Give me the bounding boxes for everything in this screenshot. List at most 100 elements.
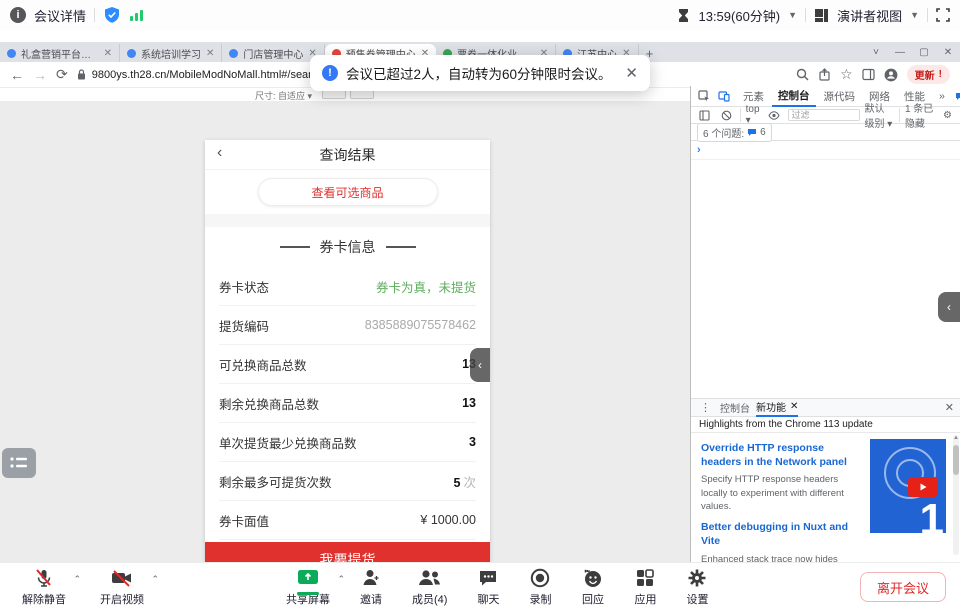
scroll-up-arrow[interactable]: ▲ <box>953 435 959 441</box>
tab-label: 礼盒营销平台管理中心 <box>21 46 99 61</box>
view-mode-label[interactable]: 演讲者视图 <box>837 6 902 25</box>
meeting-details-label[interactable]: 会议详情 <box>34 6 86 25</box>
whats-new-scrollbar[interactable]: ▲ <box>953 435 959 555</box>
chat-button[interactable]: 聊天 <box>469 566 507 607</box>
divider <box>899 108 900 122</box>
mic-options-chevron-icon[interactable]: ⌃ <box>73 574 81 585</box>
window-controls: ˅ — ▢ ✕ <box>864 42 960 62</box>
inspect-element-icon[interactable] <box>695 90 713 102</box>
window-minimize-icon[interactable]: — <box>888 47 912 58</box>
invite-person-icon <box>360 566 382 590</box>
notification-close-icon[interactable]: ✕ <box>625 64 638 82</box>
issues-label: 6 个问题: <box>703 125 744 140</box>
drawer-menu-icon[interactable]: ⋮ <box>697 401 714 414</box>
settings-button[interactable]: 设置 <box>678 566 716 607</box>
row-value: 13 <box>462 396 476 410</box>
bookmark-star-icon[interactable]: ☆ <box>840 66 853 83</box>
youtube-play-icon[interactable] <box>908 477 938 497</box>
tab-close-icon[interactable]: ✕ <box>206 48 214 59</box>
window-menu-icon[interactable]: ˅ <box>864 47 888 58</box>
tab-favicon <box>127 49 136 58</box>
window-close-icon[interactable]: ✕ <box>936 47 960 58</box>
collapse-handle-icon[interactable]: ‹ <box>470 348 490 382</box>
pickup-cta-button[interactable]: 我要提货 <box>205 542 490 562</box>
view-products-button[interactable]: 查看可选商品 <box>258 178 438 206</box>
back-chevron-icon[interactable]: ‹ <box>217 144 222 162</box>
thumbnail-number: 1 <box>920 495 944 533</box>
browser-tab[interactable]: 门店管理中心 ✕ <box>222 44 324 62</box>
network-signal-icon <box>129 8 145 22</box>
more-tabs-icon[interactable]: » <box>933 86 951 107</box>
whats-new-video-thumbnail[interactable]: 1 <box>870 439 946 533</box>
toolbar-label: 邀请 <box>360 591 382 607</box>
device-height-input[interactable] <box>350 90 374 99</box>
tab-label: 系统培训学习 <box>141 46 201 61</box>
row-label: 券卡面值 <box>219 511 269 530</box>
row-value-unit: 次 <box>463 476 476 490</box>
tab-close-icon[interactable]: ✕ <box>104 48 112 59</box>
console-log-area[interactable]: › <box>691 141 960 399</box>
collapse-handle-icon[interactable]: ‹ <box>938 292 960 322</box>
share-page-icon[interactable] <box>818 68 831 81</box>
lock-icon <box>77 69 86 80</box>
back-icon[interactable]: ← <box>10 67 24 83</box>
apps-button[interactable]: 应用 <box>626 566 664 607</box>
clear-console-icon[interactable] <box>718 110 735 121</box>
section-divider <box>205 214 490 227</box>
drawer-tab-close-icon[interactable]: ✕ <box>790 401 798 412</box>
encryption-shield-icon[interactable] <box>103 6 121 24</box>
whats-new-desc: Specify HTTP response headers locally to… <box>701 473 859 513</box>
meeting-info-icon[interactable]: i <box>10 7 26 23</box>
unmute-button[interactable]: 解除静音 ⌃ <box>14 566 74 607</box>
whats-new-link[interactable]: Better debugging in Nuxt and Vite <box>701 520 859 548</box>
devtools-tab-console[interactable]: 控制台 <box>772 86 816 107</box>
issues-counter-badge[interactable]: 6 <box>953 91 960 102</box>
eye-icon[interactable] <box>765 111 783 120</box>
start-video-button[interactable]: 开启视频 ⌃ <box>92 566 152 607</box>
forward-icon[interactable]: → <box>33 67 47 83</box>
video-options-chevron-icon[interactable]: ⌃ <box>151 574 159 585</box>
row-label: 券卡状态 <box>219 277 269 296</box>
zoom-page-icon[interactable] <box>796 68 809 81</box>
browser-tab[interactable]: 礼盒营销平台管理中心 ✕ <box>0 44 120 62</box>
remaining-total-row: 剩余兑换商品总数 13 <box>219 384 476 423</box>
timer-dropdown-icon[interactable]: ▼ <box>788 10 797 20</box>
side-panel-icon[interactable] <box>862 68 875 81</box>
apps-grid-icon <box>634 566 656 590</box>
browser-tab[interactable]: 系统培训学习 ✕ <box>120 44 222 62</box>
participants-button[interactable]: 成员(4) <box>404 566 455 607</box>
profile-avatar-icon[interactable] <box>884 68 898 82</box>
share-screen-button[interactable]: 共享屏幕 ⌃ <box>278 566 338 607</box>
hidden-messages-label: 1 条已隐藏 <box>905 100 935 130</box>
log-levels-select[interactable]: 默认级别 ▾ <box>865 100 895 130</box>
console-sidebar-icon[interactable] <box>696 110 713 121</box>
task-list-button[interactable] <box>2 448 36 478</box>
meeting-timer: 13:59(60分钟) <box>698 6 780 25</box>
console-filter-input[interactable] <box>788 109 860 121</box>
settings-gear-icon <box>686 566 708 590</box>
drawer-close-icon[interactable]: ✕ <box>945 401 954 414</box>
meeting-top-bar: i 会议详情 13:59(60分钟) ▼ 演讲者视图 ▼ <box>0 0 960 30</box>
view-dropdown-icon[interactable]: ▼ <box>910 10 919 20</box>
browser-update-button[interactable]: 更新 ! <box>907 65 950 84</box>
share-options-chevron-icon[interactable]: ⌃ <box>337 574 345 585</box>
drawer-tab-console[interactable]: 控制台 <box>720 399 750 417</box>
issues-chip[interactable]: 6 个问题: 6 <box>697 123 772 142</box>
leave-meeting-button[interactable]: 离开会议 <box>860 572 946 602</box>
reload-icon[interactable]: ⟳ <box>56 66 68 83</box>
page-title: 查询结果 <box>320 145 376 165</box>
scrollbar-thumb[interactable] <box>953 445 959 475</box>
console-settings-icon[interactable]: ⚙ <box>940 110 955 121</box>
window-maximize-icon[interactable]: ▢ <box>912 47 936 58</box>
reactions-button[interactable]: 回应 <box>573 566 612 607</box>
invite-button[interactable]: 邀请 <box>352 566 390 607</box>
whats-new-link[interactable]: Override HTTP response headers in the Ne… <box>701 441 859 469</box>
record-button[interactable]: 录制 <box>521 566 559 607</box>
fullscreen-icon[interactable] <box>936 8 950 22</box>
console-prompt[interactable]: › <box>691 141 960 160</box>
drawer-tab-whats-new[interactable]: 新功能 ✕ <box>756 399 798 417</box>
devtools-tab-sources[interactable]: 源代码 <box>818 86 862 107</box>
device-toolbar-icon[interactable] <box>715 90 733 102</box>
device-width-input[interactable] <box>322 90 346 99</box>
console-toolbar: top ▾ 默认级别 ▾ 1 条已隐藏 ⚙ <box>691 107 960 124</box>
